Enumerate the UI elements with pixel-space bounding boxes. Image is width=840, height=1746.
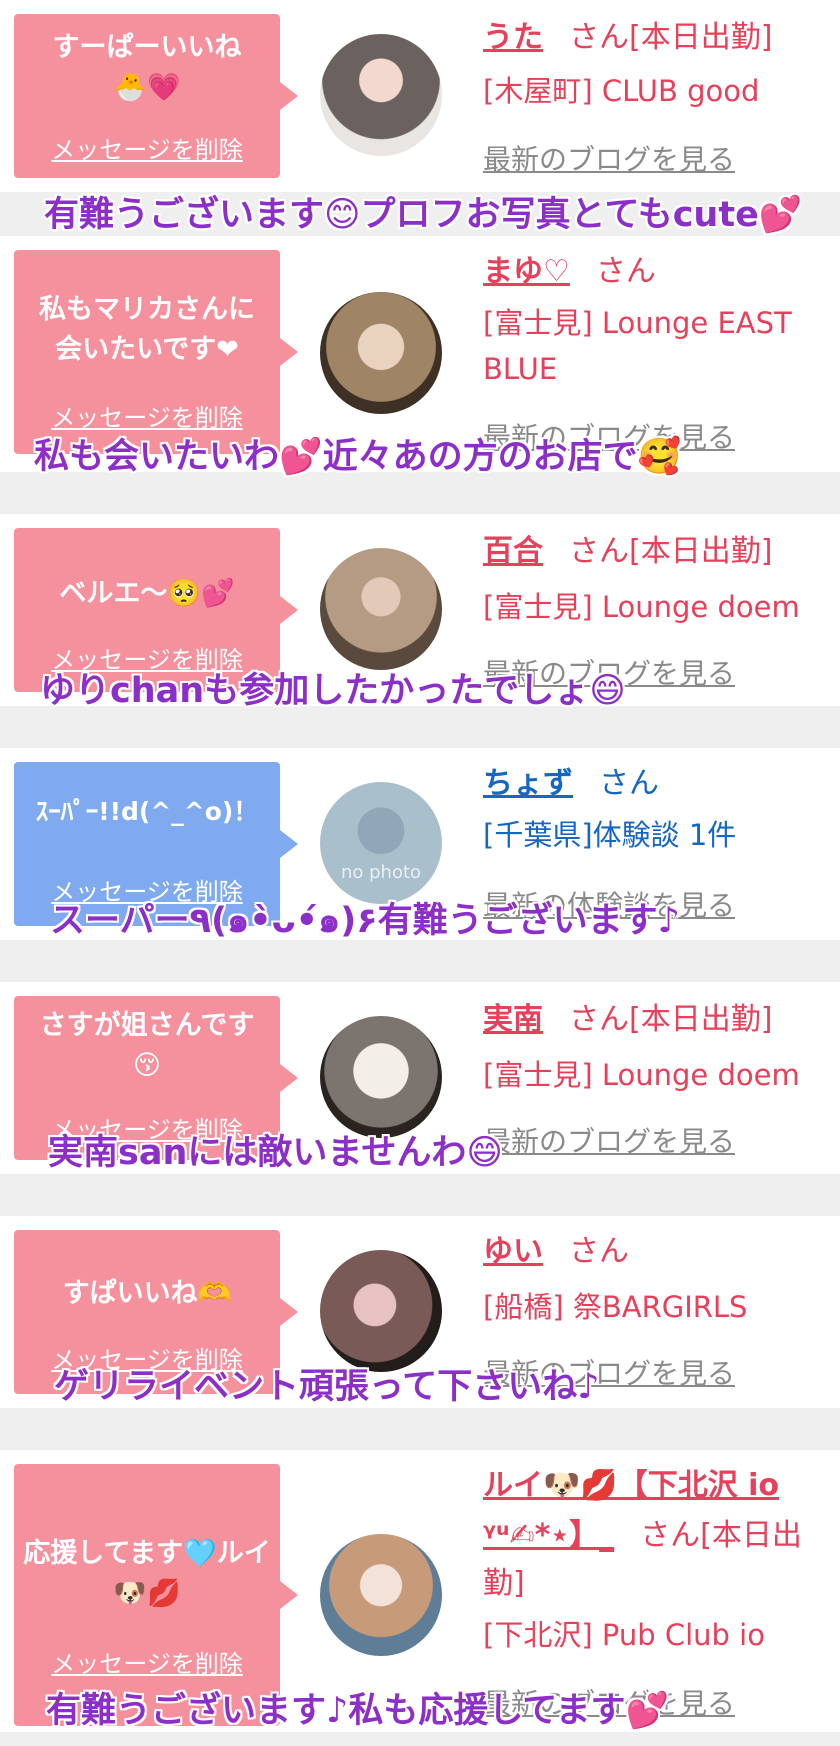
- message-text: ｽｰﾊﾟｰ!!d(^_^o)！: [35, 797, 259, 826]
- user-name-link[interactable]: うた: [483, 20, 543, 55]
- message-text: 応援してます🩵ルイ🐶💋: [23, 1538, 271, 1609]
- blog-link[interactable]: 最新のブログを見る: [483, 138, 735, 178]
- user-name-link[interactable]: 実南: [483, 1002, 543, 1037]
- shop-info: [千葉県]体験談 1件: [483, 818, 737, 852]
- shop-info: [船橋] 祭BARGIRLS: [483, 1290, 748, 1324]
- message-card: すーぱーいいね🐣💗 メッセージを削除 うた さん[本日出勤] [木屋町] CLUB…: [0, 0, 840, 192]
- message-bubble: すーぱーいいね🐣💗 メッセージを削除: [14, 14, 298, 178]
- overlay-caption: 有難うございます♪私も応援してます💕: [46, 1691, 670, 1731]
- user-name-link[interactable]: ルイ🐶💋【下北沢 io: [483, 1468, 779, 1503]
- name-line: 実南 さん[本日出勤]: [483, 1000, 772, 1040]
- blog-link[interactable]: 最新のブログを見る: [483, 1120, 735, 1160]
- no-photo-label: no photo: [340, 862, 422, 883]
- user-name-link[interactable]: ちょず: [483, 766, 573, 801]
- shop-info: [木屋町] CLUB good: [483, 74, 760, 108]
- avatar[interactable]: [320, 1016, 442, 1138]
- message-text: すーぱーいいね🐣💗: [52, 32, 242, 103]
- name-line: まゆ♡ さん: [483, 252, 656, 292]
- overlay-caption: スーパー٩(๑•̀ᴗ•́๑)۶有難うございます♪: [50, 901, 680, 941]
- delete-message-link[interactable]: メッセージを削除: [14, 1644, 280, 1679]
- name-line: ルイ🐶💋【下北沢 io: [483, 1466, 779, 1506]
- avatar[interactable]: [320, 34, 442, 156]
- overlay-caption: 有難うございます😊プロフお写真とてもcute💕: [44, 195, 803, 235]
- user-suffix: さん[本日出勤]: [569, 534, 773, 569]
- message-text: すぱいいね🫶: [62, 1278, 232, 1309]
- message-text: ベルエ〜🥺💕: [59, 578, 235, 609]
- avatar[interactable]: [320, 1534, 442, 1656]
- shop-info: [下北沢] Pub Club io: [483, 1618, 765, 1652]
- user-suffix: さん[本日出勤]: [569, 20, 773, 55]
- overlay-caption: ゆりchanも参加したかったでしょ😄: [40, 671, 626, 711]
- overlay-caption: 実南sanには敵いませんわ😄: [48, 1133, 503, 1173]
- name-line-2: ᵞᵘ✍︎*⋆】_ さん[本日出: [483, 1516, 802, 1556]
- delete-message-link[interactable]: メッセージを削除: [14, 130, 280, 165]
- avatar[interactable]: [320, 1250, 442, 1372]
- user-suffix-cont: 勤]: [483, 1566, 525, 1601]
- avatar[interactable]: [320, 548, 442, 670]
- overlay-caption: 私も会いたいわ💕近々あの方のお店で🥰: [34, 437, 682, 477]
- user-name-link-cont[interactable]: ᵞᵘ✍︎*⋆】_: [483, 1518, 614, 1553]
- message-text: さすが姐さんです😚: [39, 1010, 255, 1081]
- user-suffix: さん: [599, 766, 659, 801]
- user-name-link[interactable]: 百合: [483, 534, 543, 569]
- user-suffix: さん[本日出: [640, 1518, 802, 1553]
- message-bubble: 私もマリカさんに会いたいです❤ メッセージを削除: [14, 250, 298, 454]
- name-line: 百合 さん[本日出勤]: [483, 532, 772, 572]
- user-name-link[interactable]: まゆ♡: [483, 254, 570, 289]
- overlay-caption: ゲリライベント頑張って下さいね♪: [54, 1367, 600, 1407]
- name-line: ちょず さん: [483, 764, 659, 804]
- name-line: うた さん[本日出勤]: [483, 18, 772, 58]
- avatar[interactable]: no photo: [320, 782, 442, 904]
- shop-info: [富士見] Lounge doem: [483, 590, 800, 624]
- user-suffix: さん[本日出勤]: [569, 1002, 773, 1037]
- user-name-link[interactable]: ゆい: [483, 1234, 543, 1269]
- message-text: 私もマリカさんに会いたいです❤: [39, 294, 255, 365]
- shop-info: [富士見] Lounge EAST BLUE: [483, 306, 792, 386]
- shop-info: [富士見] Lounge doem: [483, 1058, 800, 1092]
- avatar[interactable]: [320, 292, 442, 414]
- user-suffix: さん: [569, 1234, 629, 1269]
- name-line: ゆい さん: [483, 1232, 629, 1272]
- user-suffix: さん: [595, 254, 656, 289]
